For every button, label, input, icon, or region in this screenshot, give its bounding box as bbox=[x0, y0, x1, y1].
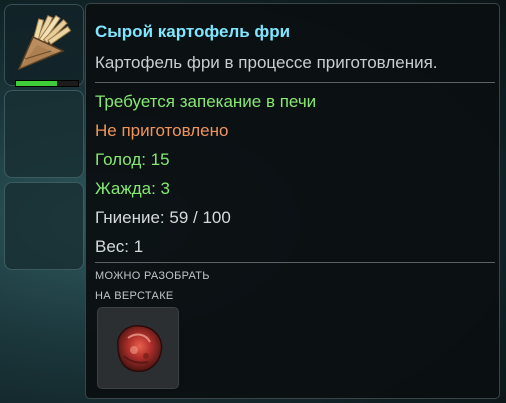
salvage-caption-line1: МОЖНО РАЗОБРАТЬ bbox=[95, 270, 210, 282]
divider bbox=[95, 82, 495, 83]
item-description: Картофель фри в процессе приготовления. bbox=[95, 53, 438, 72]
weight-label: Вес: bbox=[95, 237, 130, 256]
salvage-caption-line2: НА ВЕРСТАКЕ bbox=[95, 290, 174, 302]
inventory-slot-selected[interactable] bbox=[4, 4, 84, 87]
cook-status: Не приготовлено bbox=[95, 121, 229, 140]
item-title: Сырой картофель фри bbox=[95, 22, 291, 41]
weight-value: 1 bbox=[133, 237, 144, 256]
thirst-label: Жажда: bbox=[95, 179, 156, 198]
weight-stat: Вес: 1 bbox=[95, 237, 143, 257]
salvage-result-slot bbox=[97, 307, 179, 389]
item-tooltip: Сырой картофель фри Картофель фри в проц… bbox=[85, 3, 500, 399]
divider bbox=[95, 262, 495, 263]
spoil-label: Гниение: bbox=[95, 208, 165, 227]
spoil-stat: Гниение: 59 / 100 bbox=[95, 208, 231, 228]
raw-fries-icon bbox=[17, 14, 72, 71]
organic-scrap-icon bbox=[117, 325, 163, 372]
inventory-slot-empty[interactable] bbox=[4, 90, 84, 178]
hunger-stat: Голод: 15 bbox=[95, 150, 170, 170]
durability-fill bbox=[16, 81, 57, 86]
durability-bar bbox=[15, 80, 79, 87]
cooking-requirement: Требуется запекание в печи bbox=[95, 92, 317, 111]
hunger-label: Голод: bbox=[95, 150, 146, 169]
spoil-value: 59 / 100 bbox=[169, 208, 231, 227]
thirst-stat: Жажда: 3 bbox=[95, 179, 170, 199]
hunger-value: 15 bbox=[150, 150, 170, 169]
inventory-slot-empty[interactable] bbox=[4, 182, 84, 270]
thirst-value: 3 bbox=[160, 179, 171, 198]
